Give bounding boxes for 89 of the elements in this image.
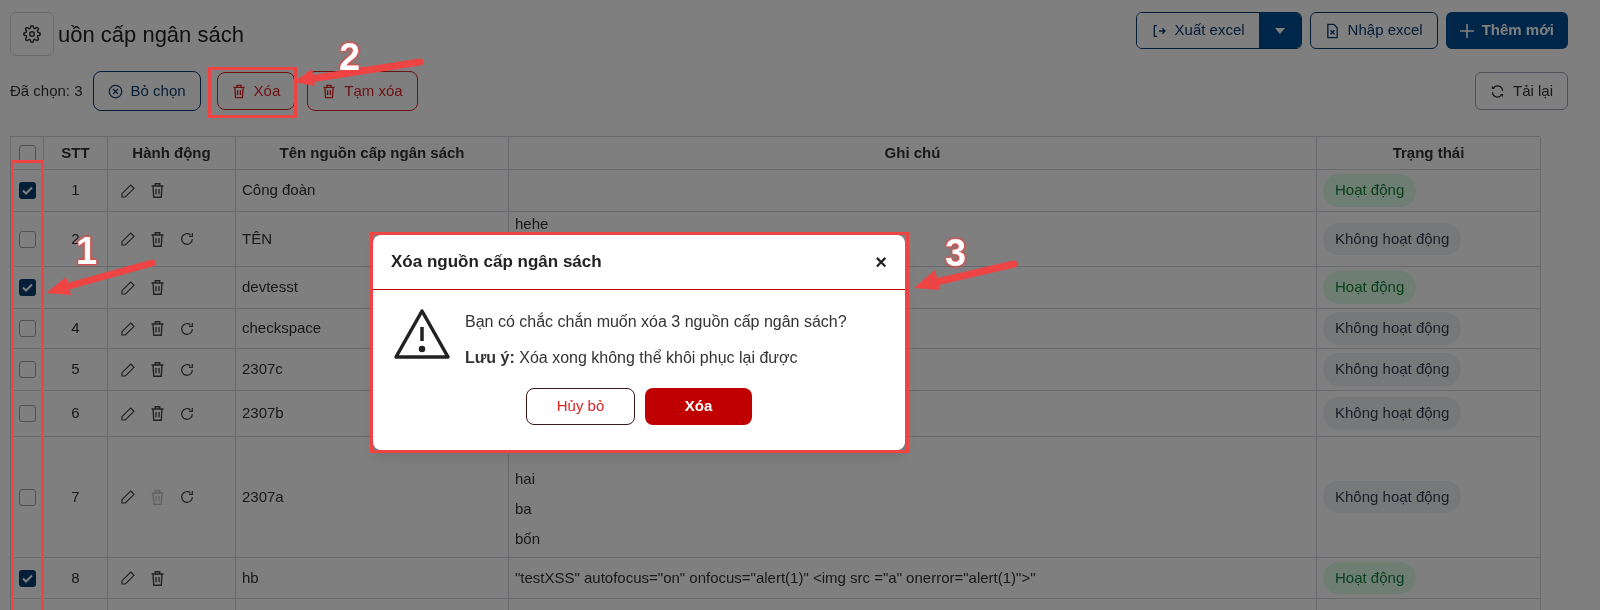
status-badge: Không hoạt động — [1323, 312, 1462, 345]
check-icon — [21, 283, 33, 292]
status-badge: Hoạt động — [1323, 271, 1417, 304]
table-cell-text: ba — [515, 499, 533, 519]
status-badge: Hoạt động — [1323, 561, 1417, 595]
import-button[interactable]: Nhập excel — [1309, 12, 1438, 49]
table-cell-text: "testXSS" autofocus="on" onfocus="alert(1)" <img src ="a" onerror="alert(1)">" — [515, 568, 1037, 588]
table-cell-text: 5 — [71, 359, 80, 380]
page-title: uồn cấp ngân sách — [58, 20, 244, 49]
add-button[interactable]: Thêm mới — [1445, 12, 1568, 49]
checkbox[interactable] — [18, 320, 36, 337]
dropdown-button[interactable] — [1258, 13, 1301, 48]
refresh-icon[interactable] — [179, 231, 195, 247]
confirm-delete-button[interactable]: Xóa — [645, 388, 752, 425]
trash-icon[interactable] — [150, 361, 165, 378]
caret-icon — [1274, 27, 1285, 34]
delete-button[interactable]: Xóa — [216, 72, 296, 110]
status-badge: Không hoạt động — [1323, 480, 1462, 514]
table-cell-text: bốn — [515, 529, 542, 549]
table-cell-text: checkspace — [242, 318, 322, 339]
column-header: Hành động — [132, 142, 211, 163]
table-cell-text: 7 — [71, 486, 80, 507]
table-cell-text: devtesst — [242, 277, 298, 298]
status-badge: Không hoạt động — [1323, 353, 1462, 386]
checkbox[interactable] — [18, 279, 36, 296]
trash-icon[interactable] — [150, 320, 165, 337]
selection-count: Đã chọn: 3 — [10, 80, 83, 101]
pencil-icon[interactable] — [120, 405, 136, 422]
column-header: Trạng thái — [1392, 142, 1465, 163]
pencil-icon[interactable] — [120, 231, 136, 247]
dialog-message: Bạn có chắc chắn muốn xóa 3 nguồn cấp ngân sách? — [465, 311, 847, 332]
trash-icon[interactable] — [150, 279, 165, 296]
trash-icon[interactable] — [150, 230, 165, 248]
checkbox[interactable] — [18, 569, 36, 587]
plus-icon — [1459, 23, 1474, 38]
reload-button[interactable]: Tải lại — [1475, 72, 1568, 110]
cancel-button[interactable]: Hủy bỏ — [526, 388, 635, 425]
refresh-icon[interactable] — [179, 489, 195, 505]
checkbox[interactable] — [18, 230, 36, 248]
status-badge: Không hoạt động — [1323, 222, 1462, 256]
pencil-icon[interactable] — [120, 489, 136, 505]
check-icon — [21, 573, 33, 583]
pencil-icon[interactable] — [120, 279, 136, 296]
refresh-icon[interactable] — [179, 405, 195, 422]
settings-icon — [23, 25, 41, 43]
table-cell-text: 1 — [71, 180, 80, 201]
checkbox[interactable] — [18, 361, 36, 378]
table-cell-text: 2307b — [242, 403, 284, 424]
table-cell-text: Công đoàn — [242, 180, 316, 201]
trash-icon[interactable] — [150, 569, 165, 587]
table-cell-text: hehe — [515, 214, 550, 234]
table-cell-text: hai — [515, 469, 537, 489]
checkbox[interactable] — [18, 405, 36, 422]
trash-icon[interactable] — [150, 182, 165, 199]
checkbox[interactable] — [18, 182, 36, 199]
spreadsheet-file-icon — [1324, 22, 1340, 39]
table-cell-text: TÊN — [242, 228, 272, 249]
status-badge: Hoạt động — [1323, 174, 1417, 207]
deselect-button[interactable]: Bỏ chọn — [92, 71, 201, 111]
table-cell-text: 4 — [71, 318, 80, 339]
pencil-icon[interactable] — [120, 361, 136, 378]
table-cell-text: 6 — [71, 403, 80, 424]
dialog-note: Lưu ý: Xóa xong không thể khôi phục lại được — [465, 348, 799, 368]
warning-icon — [393, 308, 451, 360]
column-header: STT — [61, 142, 90, 163]
column-header: Ghi chú — [884, 142, 941, 163]
refresh-icon — [1490, 83, 1505, 99]
annotation-number: 3 — [945, 234, 967, 272]
pencil-icon[interactable] — [120, 570, 136, 586]
refresh-icon[interactable] — [179, 361, 195, 378]
table-cell-text: 2307a — [242, 486, 284, 507]
table-cell-text: hb — [242, 567, 259, 588]
pencil-icon[interactable] — [120, 182, 136, 199]
soft-delete-button[interactable]: Tạm xóa — [307, 71, 418, 111]
check-icon — [21, 186, 33, 195]
column-header: Tên nguồn cấp ngân sách — [279, 142, 465, 163]
trash-icon — [231, 83, 246, 99]
settings-button[interactable] — [10, 12, 54, 56]
cancel-icon — [107, 83, 123, 99]
refresh-icon[interactable] — [179, 320, 195, 337]
close-button[interactable]: × — [875, 252, 887, 272]
pencil-icon[interactable] — [120, 320, 136, 337]
table-cell-text: 8 — [71, 567, 80, 588]
dialog-title: Xóa nguồn cấp ngân sách — [391, 251, 602, 274]
status-badge: Không hoạt động — [1323, 397, 1462, 430]
checkbox[interactable] — [18, 488, 36, 506]
trash-icon — [322, 83, 337, 99]
table-cell-text: 2307c — [242, 359, 283, 380]
trash-icon[interactable] — [150, 405, 165, 422]
